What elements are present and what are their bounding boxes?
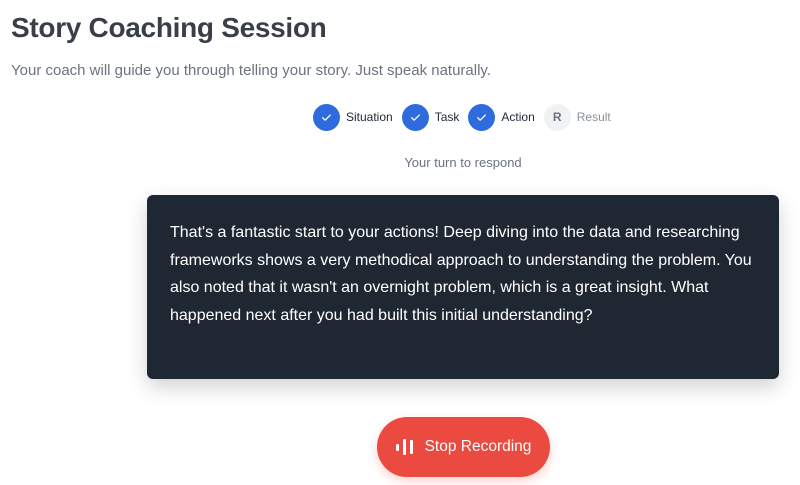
step-situation: Situation [313, 103, 393, 131]
stop-recording-button[interactable]: Stop Recording [377, 417, 550, 477]
step-action: Action [468, 103, 535, 131]
step-label: Result [576, 110, 611, 124]
check-icon [313, 103, 340, 131]
step-label: Situation [346, 110, 393, 124]
check-icon [468, 103, 496, 131]
step-initial-badge: R [543, 103, 571, 131]
step-result: R Result [543, 103, 611, 131]
page-title: Story Coaching Session [11, 12, 327, 43]
step-task: Task [401, 103, 460, 131]
step-label: Task [434, 110, 460, 124]
turn-status: Your turn to respond [404, 155, 522, 170]
progress-stepper: Situation Task Action R Result [313, 103, 620, 131]
waveform-icon [395, 439, 413, 455]
coach-message-text: That's a fantastic start to your actions… [170, 224, 752, 324]
check-icon [401, 103, 429, 131]
coaching-page: Story Coaching Session Your coach will g… [0, 0, 800, 485]
coach-message-card: That's a fantastic start to your actions… [147, 195, 779, 379]
record-button-label: Stop Recording [424, 438, 532, 455]
page-subtitle: Your coach will guide you through tellin… [11, 62, 491, 79]
step-label: Action [501, 110, 535, 124]
